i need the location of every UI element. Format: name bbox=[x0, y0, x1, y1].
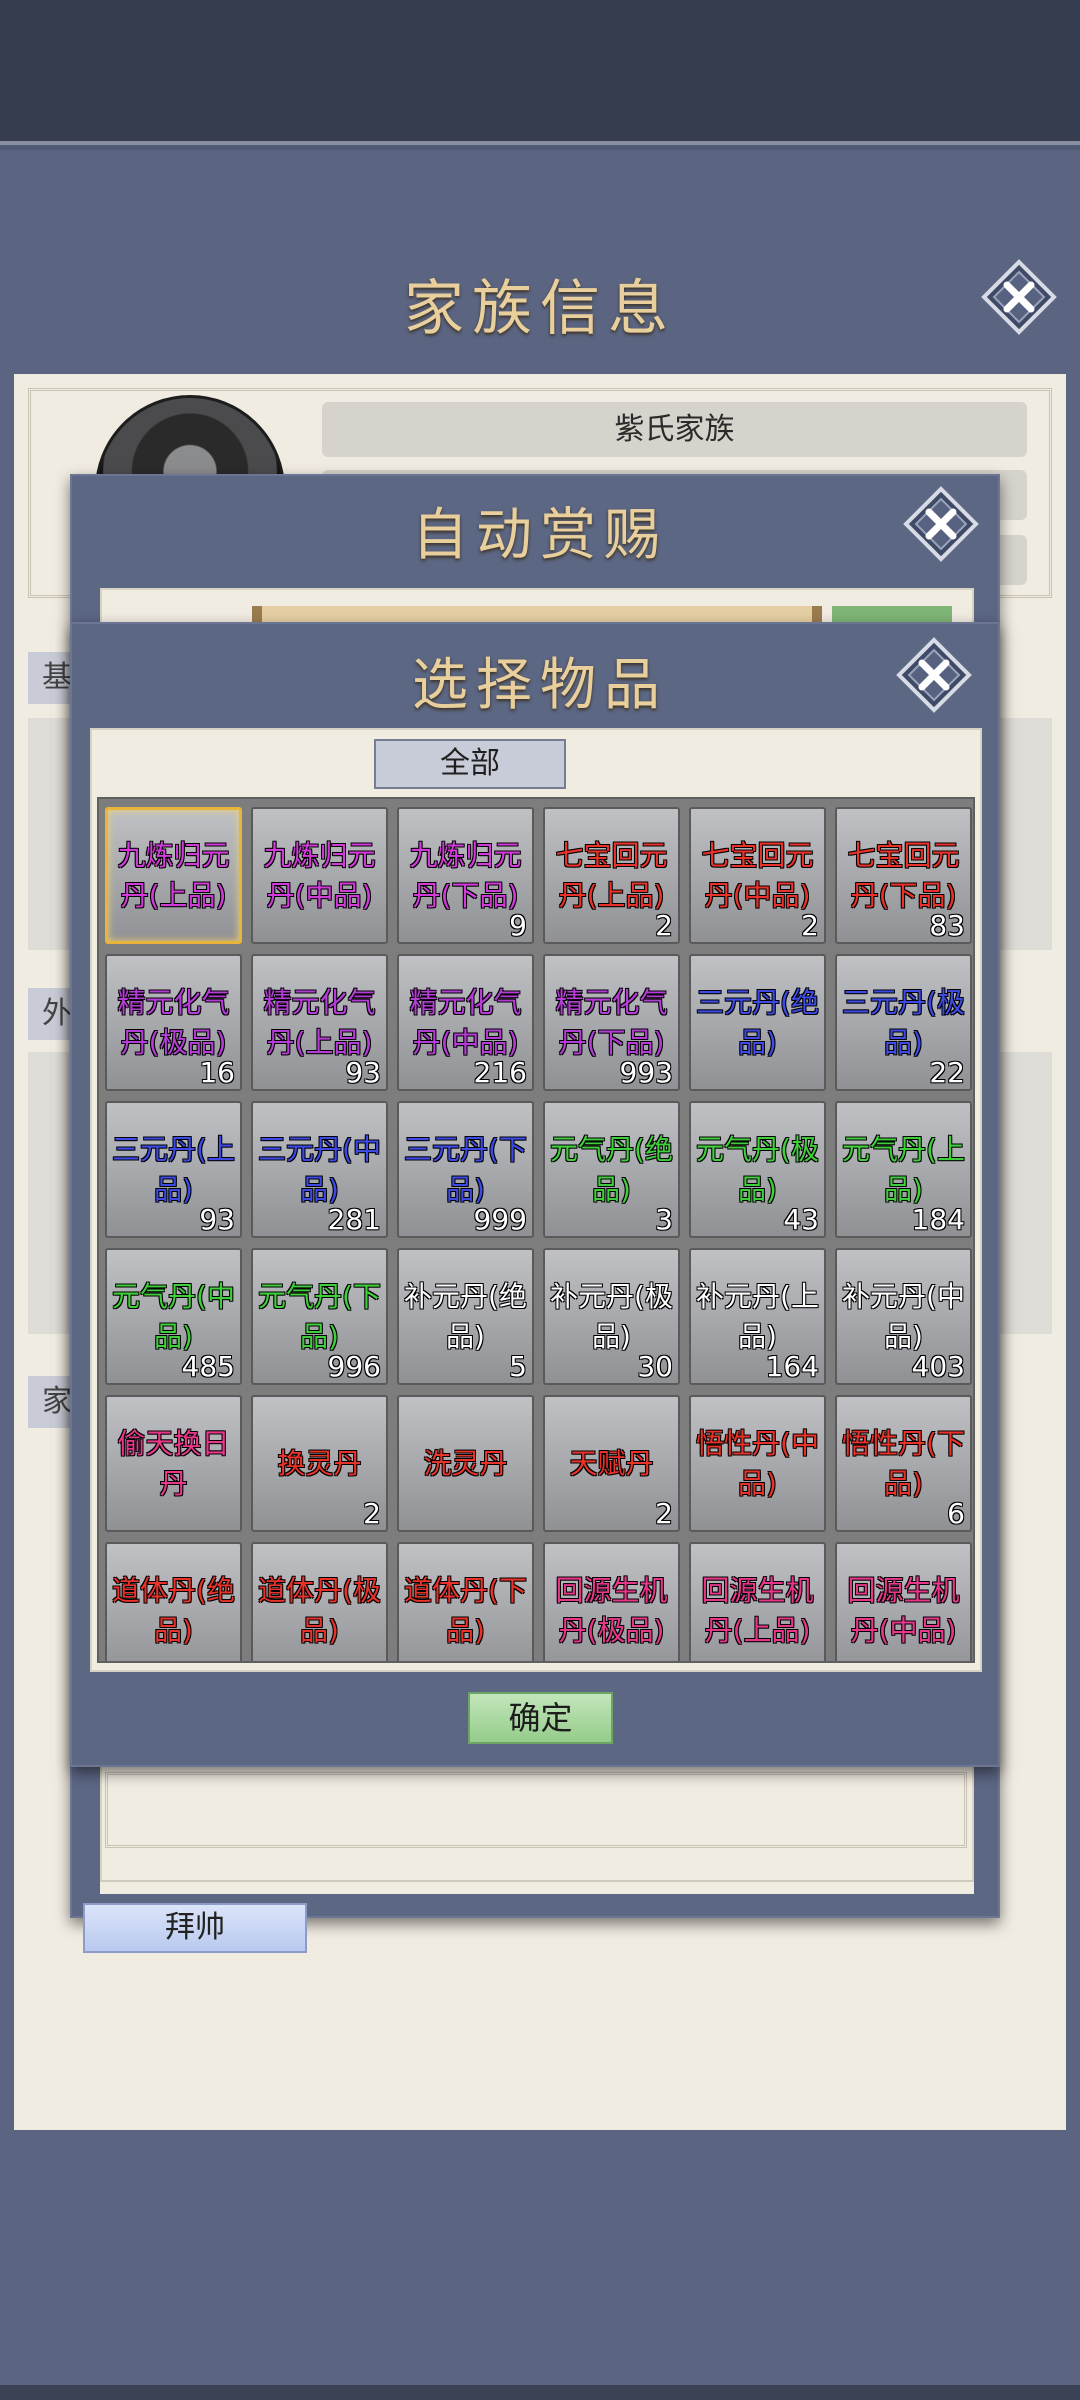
item-slot[interactable]: 七宝回元丹(上品) 2 bbox=[543, 807, 680, 944]
item-slot[interactable]: 九炼归元丹(上品) bbox=[105, 807, 242, 944]
item-count: 22 bbox=[929, 1056, 965, 1089]
item-slot[interactable]: 九炼归元丹(下品) 9 bbox=[397, 807, 534, 944]
item-name: 九炼归元丹(中品) bbox=[263, 838, 376, 912]
item-count: 999 bbox=[473, 1203, 527, 1236]
item-slot[interactable]: 七宝回元丹(中品) 2 bbox=[689, 807, 826, 944]
item-name: 道体丹(绝品) bbox=[112, 1573, 235, 1647]
item-slot[interactable]: 元气丹(上品) 184 bbox=[835, 1101, 972, 1238]
item-slot[interactable]: 回源生机丹(上品) bbox=[689, 1542, 826, 1661]
item-count: 184 bbox=[911, 1203, 965, 1236]
item-slot[interactable]: 元气丹(极品) 43 bbox=[689, 1101, 826, 1238]
item-slot[interactable]: 补元丹(绝品) 5 bbox=[397, 1248, 534, 1385]
item-name: 三元丹(绝品) bbox=[696, 985, 819, 1059]
item-slot[interactable]: 补元丹(中品) 403 bbox=[835, 1248, 972, 1385]
item-name: 道体丹(极品) bbox=[258, 1573, 381, 1647]
item-slot[interactable]: 精元化气丹(极品) 16 bbox=[105, 954, 242, 1091]
select-close-button[interactable] bbox=[895, 636, 973, 718]
item-count: 43 bbox=[783, 1203, 819, 1236]
item-count: 996 bbox=[327, 1350, 381, 1383]
item-slot[interactable]: 补元丹(上品) 164 bbox=[689, 1248, 826, 1385]
bottom-bar bbox=[0, 2385, 1080, 2400]
family-close-button[interactable] bbox=[980, 258, 1058, 340]
item-count: 93 bbox=[199, 1203, 235, 1236]
item-name: 洗灵丹 bbox=[423, 1446, 508, 1480]
item-slot[interactable]: 精元化气丹(中品) 216 bbox=[397, 954, 534, 1091]
item-name: 回源生机丹(中品) bbox=[847, 1573, 960, 1647]
item-grid: 九炼归元丹(上品) 九炼归元丹(中品) 九炼归元丹(下品) 9 七宝回元丹(上品) 2 七宝… bbox=[105, 807, 972, 1661]
family-name: 紫氏家族 bbox=[322, 402, 1027, 457]
item-slot[interactable]: 三元丹(下品) 999 bbox=[397, 1101, 534, 1238]
item-count: 2 bbox=[801, 909, 819, 942]
item-count: 2 bbox=[363, 1497, 381, 1530]
item-slot[interactable]: 偷天换日丹 bbox=[105, 1395, 242, 1532]
item-name: 偷天换日丹 bbox=[117, 1426, 230, 1500]
close-icon bbox=[981, 259, 1057, 335]
item-count: 9 bbox=[509, 909, 527, 942]
item-count: 93 bbox=[345, 1056, 381, 1089]
auto-reward-title: 自动赏赐 bbox=[412, 503, 668, 568]
item-count: 2 bbox=[655, 1497, 673, 1530]
item-count: 2 bbox=[655, 909, 673, 942]
filter-all-button[interactable]: 全部 bbox=[374, 739, 566, 789]
item-count: 5 bbox=[509, 1350, 527, 1383]
item-slot[interactable]: 道体丹(极品) bbox=[251, 1542, 388, 1661]
item-slot[interactable]: 三元丹(极品) 22 bbox=[835, 954, 972, 1091]
top-status-bar bbox=[0, 0, 1080, 145]
family-info-title: 家族信息 bbox=[404, 274, 676, 344]
item-count: 485 bbox=[181, 1350, 235, 1383]
item-count: 30 bbox=[637, 1350, 673, 1383]
reward-close-button[interactable] bbox=[902, 485, 980, 567]
item-slot[interactable]: 天赋丹 2 bbox=[543, 1395, 680, 1532]
close-icon bbox=[903, 486, 979, 562]
item-slot[interactable]: 悟性丹(中品) bbox=[689, 1395, 826, 1532]
item-slot[interactable]: 补元丹(极品) 30 bbox=[543, 1248, 680, 1385]
item-slot[interactable]: 道体丹(绝品) bbox=[105, 1542, 242, 1661]
item-name: 道体丹(下品) bbox=[404, 1573, 527, 1647]
item-slot[interactable]: 九炼归元丹(中品) bbox=[251, 807, 388, 944]
select-item-title: 选择物品 bbox=[412, 653, 668, 718]
item-count: 216 bbox=[473, 1056, 527, 1089]
item-count: 993 bbox=[619, 1056, 673, 1089]
item-slot[interactable]: 元气丹(绝品) 3 bbox=[543, 1101, 680, 1238]
item-slot[interactable]: 精元化气丹(下品) 993 bbox=[543, 954, 680, 1091]
item-slot[interactable]: 换灵丹 2 bbox=[251, 1395, 388, 1532]
item-slot[interactable]: 悟性丹(下品) 6 bbox=[835, 1395, 972, 1532]
item-slot[interactable]: 道体丹(下品) bbox=[397, 1542, 534, 1661]
item-count: 3 bbox=[655, 1203, 673, 1236]
close-icon bbox=[896, 637, 972, 713]
item-slot[interactable]: 三元丹(上品) 93 bbox=[105, 1101, 242, 1238]
item-name: 九炼归元丹(上品) bbox=[117, 838, 230, 912]
item-count: 281 bbox=[327, 1203, 381, 1236]
item-count: 83 bbox=[929, 909, 965, 942]
item-slot[interactable]: 洗灵丹 bbox=[397, 1395, 534, 1532]
item-slot[interactable]: 精元化气丹(上品) 93 bbox=[251, 954, 388, 1091]
item-slot[interactable]: 回源生机丹(中品) bbox=[835, 1542, 972, 1661]
reward-bottom-strip bbox=[100, 1880, 974, 1894]
confirm-button[interactable]: 确定 bbox=[468, 1692, 613, 1744]
reward-lower-frame bbox=[105, 1772, 967, 1848]
item-count: 164 bbox=[765, 1350, 819, 1383]
item-count: 6 bbox=[947, 1497, 965, 1530]
item-slot[interactable]: 七宝回元丹(下品) 83 bbox=[835, 807, 972, 944]
item-slot[interactable]: 三元丹(中品) 281 bbox=[251, 1101, 388, 1238]
item-name: 回源生机丹(上品) bbox=[701, 1573, 814, 1647]
item-name: 回源生机丹(极品) bbox=[555, 1573, 668, 1647]
item-slot[interactable]: 回源生机丹(极品) bbox=[543, 1542, 680, 1661]
item-slot[interactable]: 元气丹(下品) 996 bbox=[251, 1248, 388, 1385]
item-count: 16 bbox=[199, 1056, 235, 1089]
item-grid-scroll[interactable]: 九炼归元丹(上品) 九炼归元丹(中品) 九炼归元丹(下品) 9 七宝回元丹(上品) 2 七宝… bbox=[97, 797, 975, 1663]
item-slot[interactable]: 元气丹(中品) 485 bbox=[105, 1248, 242, 1385]
item-slot[interactable]: 三元丹(绝品) bbox=[689, 954, 826, 1091]
item-name: 悟性丹(中品) bbox=[696, 1426, 819, 1500]
bai-shuai-button[interactable]: 拜帅 bbox=[83, 1903, 307, 1953]
item-count: 403 bbox=[911, 1350, 965, 1383]
